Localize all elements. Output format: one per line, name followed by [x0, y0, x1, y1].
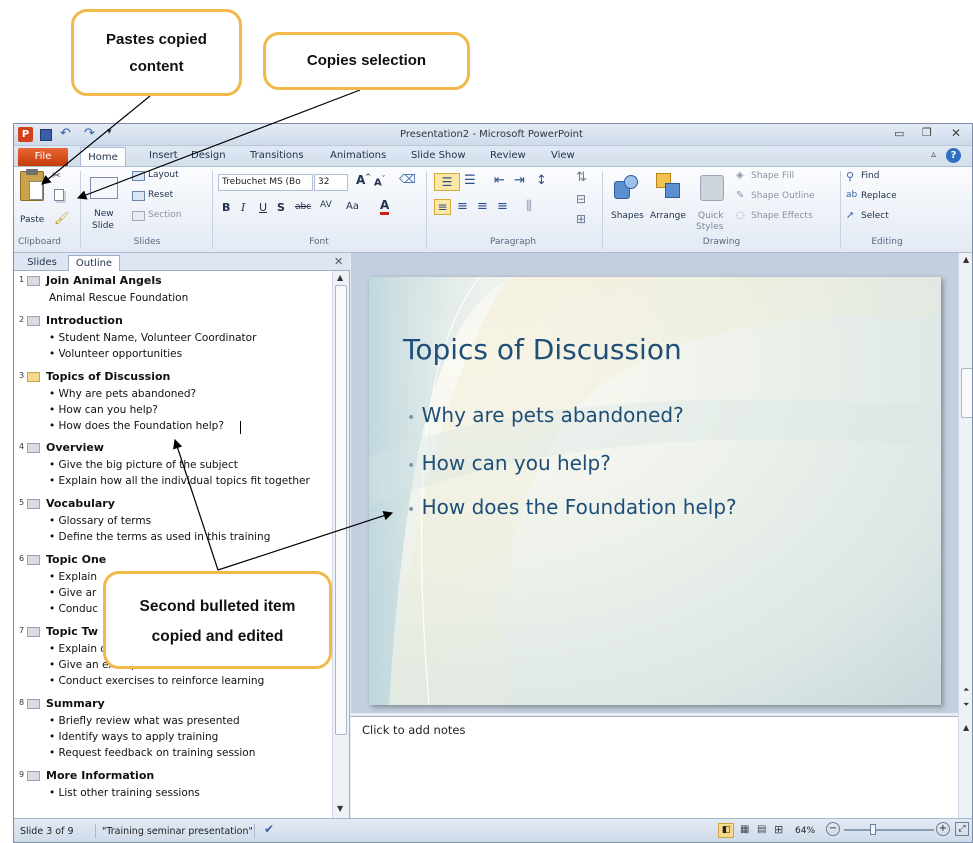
- callout-copy: Copies selection: [263, 32, 470, 90]
- callout-second-item: Second bulleted item copied and edited: [103, 571, 332, 669]
- annotation-arrows: [41, 89, 394, 571]
- callout-paste: Pastes copied content: [71, 9, 242, 96]
